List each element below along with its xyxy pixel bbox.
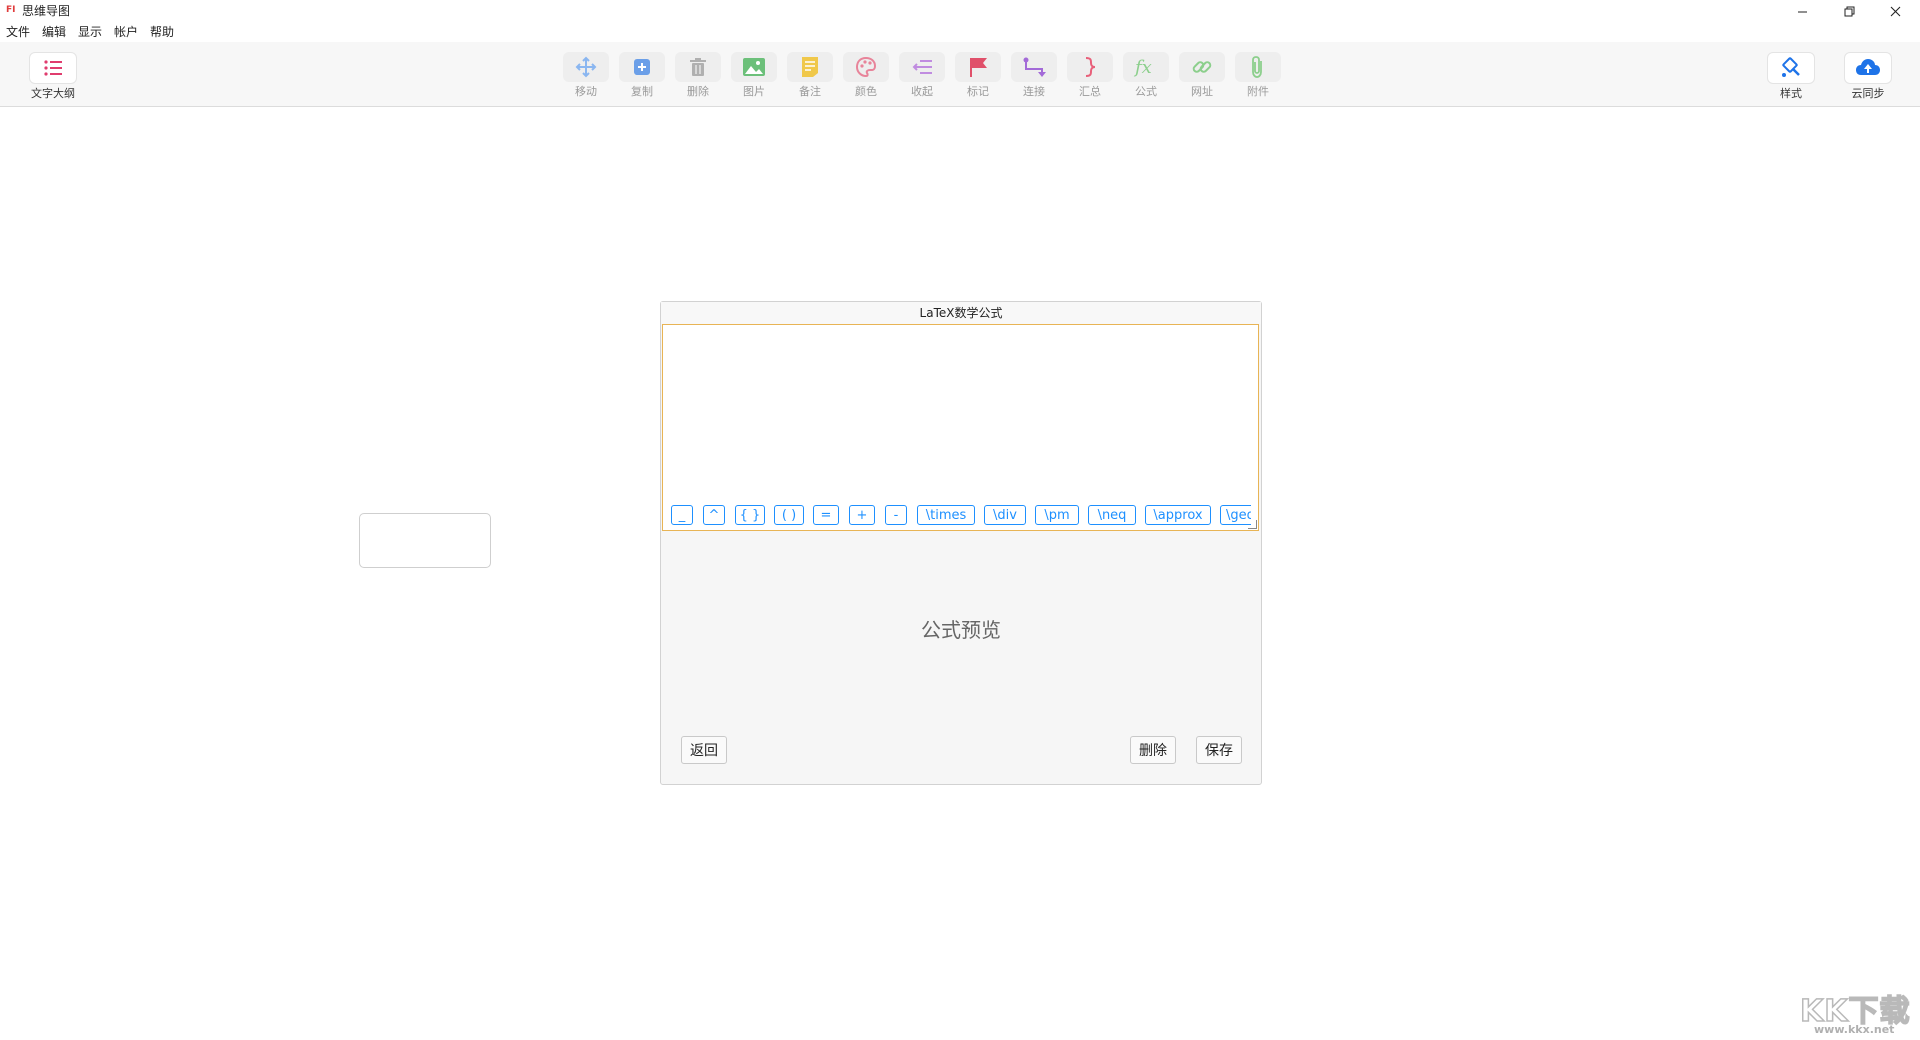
connect-button[interactable]: 连接 xyxy=(1006,52,1062,104)
close-button[interactable] xyxy=(1873,0,1917,22)
move-button[interactable]: 移动 xyxy=(558,52,614,104)
resize-grip-icon[interactable] xyxy=(1248,520,1257,529)
delete-button[interactable]: 删除 xyxy=(1130,736,1176,764)
snippet-neq-button[interactable]: \neq xyxy=(1088,505,1136,525)
paint-icon xyxy=(1782,57,1800,77)
move-label: 移动 xyxy=(575,85,597,98)
cloud-sync-label: 云同步 xyxy=(1851,87,1885,100)
color-button[interactable]: 颜色 xyxy=(838,52,894,104)
brace-icon xyxy=(1085,57,1096,77)
snippet-subscript-button[interactable]: _ xyxy=(671,505,693,525)
snippet-plus-button[interactable]: + xyxy=(849,505,875,525)
copy-button[interactable]: 复制 xyxy=(614,52,670,104)
outline-button[interactable]: 文字大纲 xyxy=(25,52,81,104)
flag-button[interactable]: 标记 xyxy=(950,52,1006,104)
latex-formula-dialog: LaTeX数学公式 _ ^ { } ( ) = + - \times \div … xyxy=(660,301,1262,785)
snippet-parens-button[interactable]: ( ) xyxy=(774,505,804,525)
connect-icon xyxy=(1023,57,1046,77)
formula-button[interactable]: fx 公式 xyxy=(1118,52,1174,104)
menu-bar: 文件 编辑 显示 帐户 帮助 xyxy=(0,22,1920,42)
paperclip-icon xyxy=(1252,56,1262,78)
formula-preview: 公式预览 xyxy=(921,618,1001,642)
palette-icon xyxy=(855,56,877,78)
attachment-label: 附件 xyxy=(1247,85,1269,98)
copy-label: 复制 xyxy=(631,85,653,98)
svg-text:fx: fx xyxy=(1133,57,1152,78)
app-logo-icon: FI xyxy=(6,5,16,15)
copy-icon xyxy=(634,59,650,75)
link-label: 网址 xyxy=(1191,85,1213,98)
snippet-div-button[interactable]: \div xyxy=(984,505,1026,525)
minimize-icon xyxy=(1797,11,1807,12)
attachment-button[interactable]: 附件 xyxy=(1230,52,1286,104)
cloud-sync-button[interactable]: 云同步 xyxy=(1840,52,1896,104)
image-button[interactable]: 图片 xyxy=(726,52,782,104)
title-bar: FI 思维导图 xyxy=(0,0,1920,22)
snippet-superscript-button[interactable]: ^ xyxy=(703,505,725,525)
link-icon xyxy=(1192,61,1212,73)
image-label: 图片 xyxy=(743,85,765,98)
snippet-times-button[interactable]: \times xyxy=(917,505,975,525)
restore-button[interactable] xyxy=(1827,0,1871,22)
outline-label: 文字大纲 xyxy=(31,87,75,100)
save-button[interactable]: 保存 xyxy=(1196,736,1242,764)
summary-button[interactable]: 汇总 xyxy=(1062,52,1118,104)
note-label: 备注 xyxy=(799,85,821,98)
cloud-upload-icon xyxy=(1856,59,1880,75)
window-title: 思维导图 xyxy=(22,4,71,18)
snippet-equals-button[interactable]: = xyxy=(813,505,839,525)
watermark-url: www.kkx.net xyxy=(1814,1023,1895,1036)
menu-edit[interactable]: 编辑 xyxy=(42,24,66,40)
menu-view[interactable]: 显示 xyxy=(78,24,102,40)
delete-tool-button[interactable]: 删除 xyxy=(670,52,726,104)
minimize-button[interactable] xyxy=(1780,0,1824,22)
fx-icon: fx xyxy=(1133,57,1152,78)
toolbar: 文字大纲 移动 复制 删除 图片 备注 颜色 收起 标记 连接 汇总 fx 公式… xyxy=(0,42,1920,107)
trash-icon xyxy=(690,58,706,76)
snippet-approx-button[interactable]: \approx xyxy=(1145,505,1211,525)
snippet-pm-button[interactable]: \pm xyxy=(1035,505,1079,525)
color-label: 颜色 xyxy=(855,85,877,98)
latex-input[interactable] xyxy=(663,325,1258,495)
close-icon xyxy=(1890,6,1900,16)
list-icon xyxy=(44,60,62,76)
note-button[interactable]: 备注 xyxy=(782,52,838,104)
flag-label: 标记 xyxy=(967,85,989,98)
menu-file[interactable]: 文件 xyxy=(6,24,30,40)
root-topic-node[interactable] xyxy=(359,513,491,568)
note-icon xyxy=(802,57,818,77)
formula-label: 公式 xyxy=(1135,85,1157,98)
snippet-geq-button[interactable]: \geq xyxy=(1220,505,1251,525)
back-button[interactable]: 返回 xyxy=(681,736,727,764)
summary-label: 汇总 xyxy=(1079,85,1101,98)
collapse-button[interactable]: 收起 xyxy=(894,52,950,104)
menu-account[interactable]: 帐户 xyxy=(114,24,138,40)
delete-tool-label: 删除 xyxy=(687,85,709,98)
style-button[interactable]: 样式 xyxy=(1763,52,1819,104)
menu-help[interactable]: 帮助 xyxy=(150,24,174,40)
style-label: 样式 xyxy=(1780,87,1802,100)
snippet-toolbar: _ ^ { } ( ) = + - \times \div \pm \neq \… xyxy=(671,505,1251,527)
snippet-braces-button[interactable]: { } xyxy=(735,505,765,525)
flag-icon xyxy=(970,58,987,77)
image-icon xyxy=(743,58,765,76)
dialog-title: LaTeX数学公式 xyxy=(661,302,1261,324)
watermark: KK下载 www.kkx.net xyxy=(1799,986,1918,1038)
restore-icon xyxy=(1844,6,1854,16)
latex-editor: _ ^ { } ( ) = + - \times \div \pm \neq \… xyxy=(662,324,1259,531)
collapse-icon xyxy=(912,60,932,74)
link-button[interactable]: 网址 xyxy=(1174,52,1230,104)
snippet-minus-button[interactable]: - xyxy=(885,505,907,525)
collapse-label: 收起 xyxy=(911,85,933,98)
connect-label: 连接 xyxy=(1023,85,1045,98)
move-icon xyxy=(575,56,597,78)
